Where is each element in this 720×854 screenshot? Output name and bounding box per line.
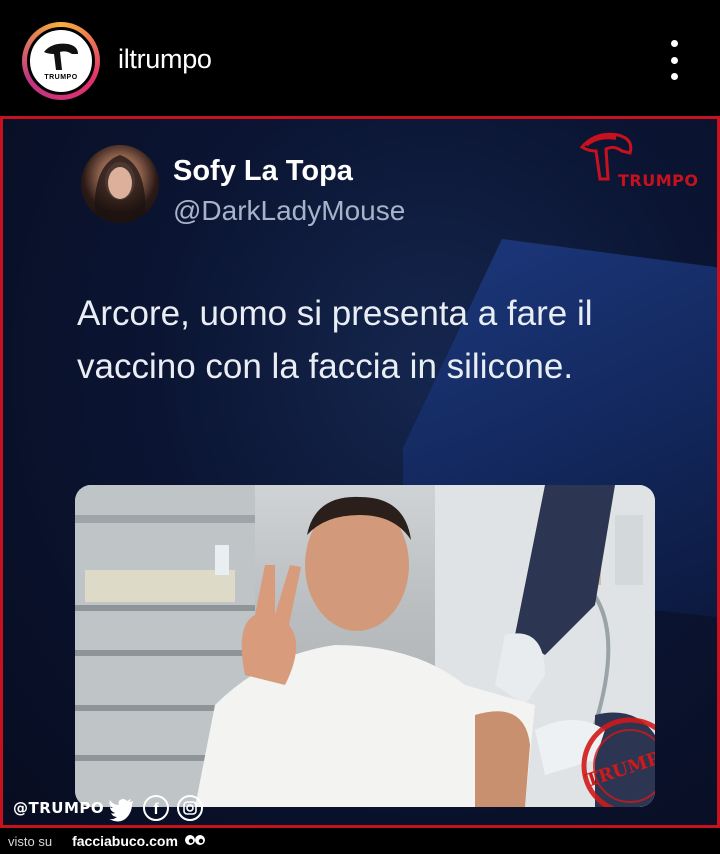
trumpo-logo-icon	[44, 43, 78, 70]
tweet-author-handle: @DarkLadyMouse	[173, 195, 406, 226]
tweet-avatar	[81, 145, 159, 223]
trumpo-stamp-icon: TRUMPO	[581, 717, 655, 807]
watermark-bar: visto su facciabuco.com	[0, 828, 720, 854]
post-image[interactable]: TRUMPO Sofy La Topa @DarkLadyMouse Arcor…	[0, 116, 720, 828]
tweet-text: Arcore, uomo si presenta a fare il vacci…	[77, 294, 593, 386]
tweet-author-name: Sofy La Topa	[173, 155, 353, 187]
vaccination-photo	[75, 485, 655, 807]
tweet-photo: TRUMPO	[75, 485, 655, 807]
stamp-text: TRUMPO	[583, 743, 655, 792]
more-options-icon[interactable]	[664, 40, 684, 80]
username[interactable]: iltrumpo	[118, 44, 212, 75]
post-header: TRUMPO iltrumpo	[0, 0, 720, 116]
brand-text: TRUMPO	[618, 171, 699, 190]
avatar-logo: TRUMPO	[27, 27, 95, 95]
instagram-icon	[177, 795, 203, 821]
footer-handle: @TRUMPO	[13, 799, 105, 817]
watermark-site[interactable]: facciabuco.com	[72, 833, 178, 849]
watermark-prefix: visto su	[8, 833, 53, 849]
avatar-text: TRUMPO	[44, 73, 78, 81]
eyes-icon	[184, 835, 205, 845]
person-avatar-icon	[94, 155, 146, 223]
trumpo-brand: TRUMPO	[578, 129, 708, 190]
svg-text:f: f	[153, 801, 159, 818]
facebook-icon: f	[143, 795, 169, 821]
twitter-icon	[109, 799, 133, 822]
profile-avatar[interactable]: TRUMPO	[22, 22, 100, 100]
